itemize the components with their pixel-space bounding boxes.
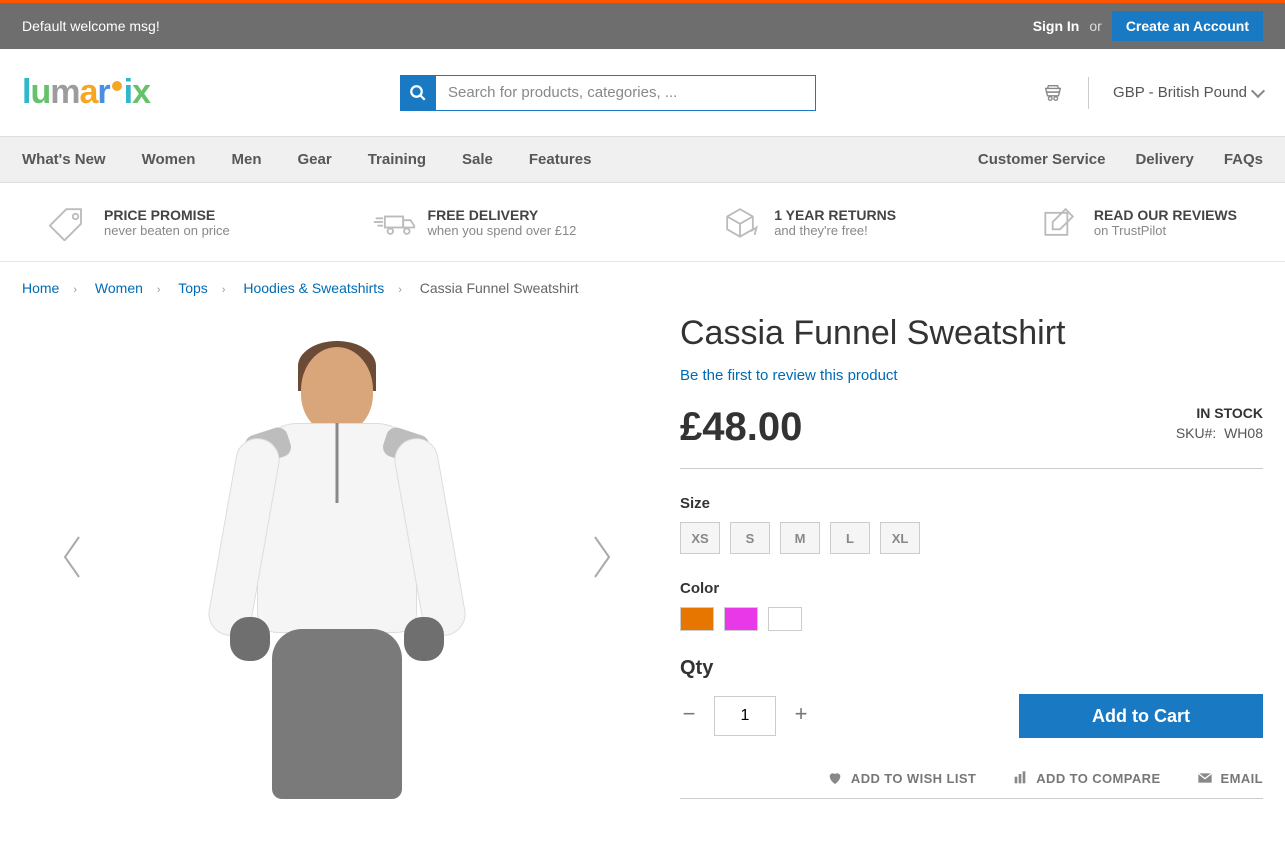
product-title: Cassia Funnel Sweatshirt bbox=[680, 314, 1263, 353]
breadcrumb-current: Cassia Funnel Sweatshirt bbox=[420, 280, 579, 296]
product-image[interactable] bbox=[182, 317, 492, 797]
nav-faqs[interactable]: FAQs bbox=[1224, 137, 1263, 182]
breadcrumb: Home› Women› Tops› Hoodies & Sweatshirts… bbox=[0, 262, 1285, 314]
add-to-compare-button[interactable]: ADD TO COMPARE bbox=[1012, 770, 1160, 786]
size-m[interactable]: M bbox=[780, 522, 820, 554]
usp-price-promise: PRICE PROMISEnever beaten on price bbox=[48, 203, 230, 241]
usp-sub: when you spend over £12 bbox=[428, 223, 577, 238]
review-link[interactable]: Be the first to review this product bbox=[680, 367, 898, 384]
breadcrumb-home[interactable]: Home bbox=[22, 280, 59, 296]
nav-sale[interactable]: Sale bbox=[462, 137, 511, 182]
size-l[interactable]: L bbox=[830, 522, 870, 554]
nav-delivery[interactable]: Delivery bbox=[1135, 137, 1193, 182]
truck-icon bbox=[372, 203, 416, 241]
add-to-cart-button[interactable]: Add to Cart bbox=[1019, 694, 1263, 738]
compare-label: ADD TO COMPARE bbox=[1036, 771, 1160, 786]
qty-increase-button[interactable]: + bbox=[792, 707, 810, 725]
compare-icon bbox=[1012, 770, 1028, 786]
heart-icon bbox=[827, 770, 843, 786]
usp-title: PRICE PROMISE bbox=[104, 207, 230, 223]
pencil-note-icon bbox=[1038, 203, 1082, 241]
sku-label: SKU#: bbox=[1176, 425, 1216, 441]
gallery-prev-button[interactable] bbox=[58, 533, 84, 581]
usp-sub: never beaten on price bbox=[104, 223, 230, 238]
nav-features[interactable]: Features bbox=[529, 137, 610, 182]
search-button[interactable] bbox=[400, 75, 436, 111]
email-button[interactable]: EMAIL bbox=[1197, 770, 1263, 786]
product-gallery bbox=[22, 314, 652, 799]
usp-returns: 1 YEAR RETURNSand they're free! bbox=[718, 203, 896, 241]
usp-sub: on TrustPilot bbox=[1094, 223, 1237, 238]
search-icon bbox=[409, 84, 427, 102]
nav-women[interactable]: Women bbox=[142, 137, 214, 182]
qty-label: Qty bbox=[680, 657, 1263, 680]
product-price: £48.00 bbox=[680, 405, 802, 450]
email-label: EMAIL bbox=[1221, 771, 1263, 786]
create-account-button[interactable]: Create an Account bbox=[1112, 11, 1263, 41]
breadcrumb-hoodies[interactable]: Hoodies & Sweatshirts bbox=[243, 280, 384, 296]
email-icon bbox=[1197, 770, 1213, 786]
cart-icon[interactable] bbox=[1042, 82, 1064, 104]
chevron-down-icon bbox=[1251, 83, 1265, 97]
currency-switcher[interactable]: GBP - British Pound bbox=[1113, 84, 1263, 101]
add-to-wishlist-button[interactable]: ADD TO WISH LIST bbox=[827, 770, 976, 786]
color-label: Color bbox=[680, 580, 1263, 597]
usp-free-delivery: FREE DELIVERYwhen you spend over £12 bbox=[372, 203, 577, 241]
color-purple[interactable] bbox=[724, 607, 758, 631]
logo[interactable]: lumarix bbox=[22, 73, 150, 112]
breadcrumb-tops[interactable]: Tops bbox=[178, 280, 208, 296]
qty-input[interactable] bbox=[714, 696, 776, 736]
nav-training[interactable]: Training bbox=[368, 137, 444, 182]
usp-title: 1 YEAR RETURNS bbox=[774, 207, 896, 223]
size-xs[interactable]: XS bbox=[680, 522, 720, 554]
gallery-next-button[interactable] bbox=[590, 533, 616, 581]
sku-value: WH08 bbox=[1224, 425, 1263, 441]
box-return-icon bbox=[718, 203, 762, 241]
nav-customer-service[interactable]: Customer Service bbox=[978, 137, 1106, 182]
usp-title: FREE DELIVERY bbox=[428, 207, 577, 223]
nav-whats-new[interactable]: What's New bbox=[22, 137, 124, 182]
nav-men[interactable]: Men bbox=[231, 137, 279, 182]
wishlist-label: ADD TO WISH LIST bbox=[851, 771, 976, 786]
stock-status: IN STOCK bbox=[1176, 405, 1263, 421]
size-xl[interactable]: XL bbox=[880, 522, 920, 554]
size-label: Size bbox=[680, 495, 1263, 512]
search-input[interactable] bbox=[436, 75, 816, 111]
usp-sub: and they're free! bbox=[774, 223, 896, 238]
size-s[interactable]: S bbox=[730, 522, 770, 554]
welcome-msg: Default welcome msg! bbox=[22, 18, 160, 34]
color-swatches bbox=[680, 607, 1263, 631]
tag-icon bbox=[48, 203, 92, 241]
size-swatches: XS S M L XL bbox=[680, 522, 1263, 554]
nav-gear[interactable]: Gear bbox=[297, 137, 349, 182]
color-white[interactable] bbox=[768, 607, 802, 631]
color-orange[interactable] bbox=[680, 607, 714, 631]
or-text: or bbox=[1089, 18, 1101, 34]
breadcrumb-women[interactable]: Women bbox=[95, 280, 143, 296]
usp-reviews: READ OUR REVIEWSon TrustPilot bbox=[1038, 203, 1237, 241]
usp-title: READ OUR REVIEWS bbox=[1094, 207, 1237, 223]
main-nav: What's New Women Men Gear Training Sale … bbox=[22, 137, 627, 182]
currency-label: GBP - British Pound bbox=[1113, 84, 1247, 101]
signin-link[interactable]: Sign In bbox=[1033, 18, 1080, 34]
qty-decrease-button[interactable]: − bbox=[680, 707, 698, 725]
